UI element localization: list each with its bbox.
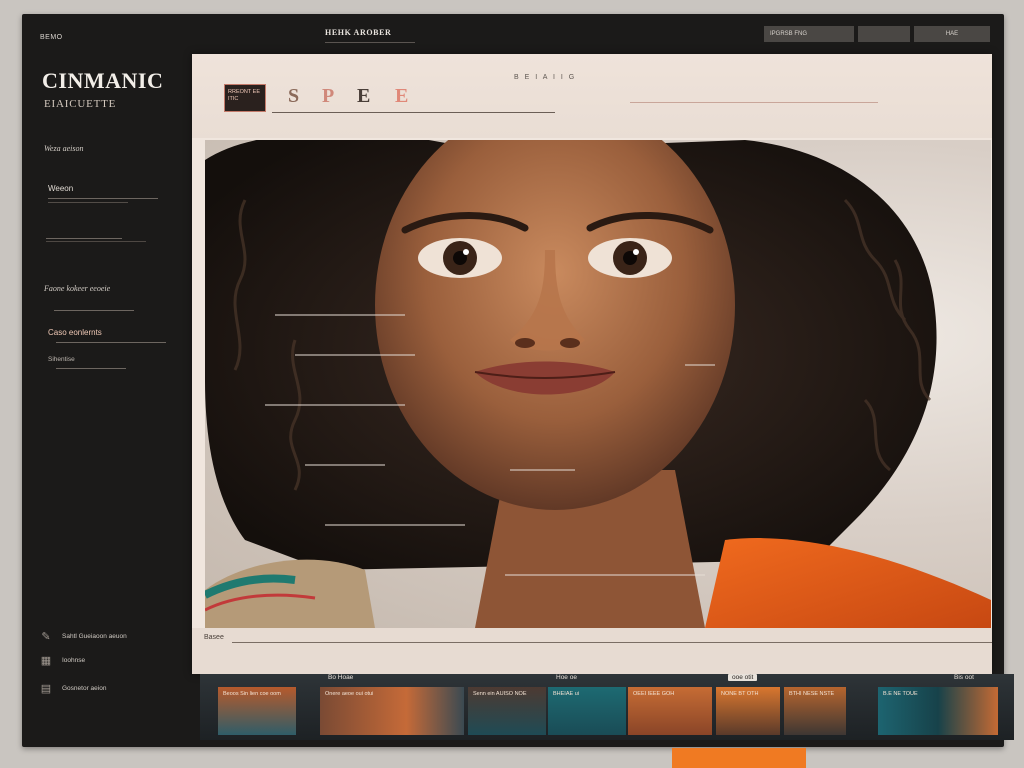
sidebar-divider xyxy=(46,241,146,242)
sidebar: CINMANIC EIAICUETTE Weza aeison Weeon Fa… xyxy=(22,52,192,747)
filmstrip-thumb-2[interactable]: Onere aeoe oui otui xyxy=(320,687,464,735)
filmstrip-thumb-3[interactable]: Senn ein AUISO NOE xyxy=(468,687,546,735)
title-divider xyxy=(325,42,415,43)
panel-footer: Basee xyxy=(192,628,992,674)
tool-button-3[interactable]: E xyxy=(357,85,370,108)
sidebar-bottom-label: Gosnetor aeion xyxy=(62,685,107,692)
filmstrip-thumb-1[interactable]: Beoos Sin lien coe oom xyxy=(218,687,296,735)
top-right-controls: IPGRSB FNG HAE xyxy=(764,26,990,42)
sidebar-divider xyxy=(54,310,134,311)
brand-title: CINMANIC xyxy=(42,68,164,93)
grid-icon: ▦ xyxy=(40,655,52,667)
layers-icon: ▤ xyxy=(40,683,52,695)
sidebar-bottom-label: Sahtl Gueiaoon aeuon xyxy=(62,633,127,640)
footer-label: Basee xyxy=(204,634,224,641)
preview-panel: RREONT EE ITIC S P E E B E I A I I G Bas… xyxy=(192,54,992,674)
window-title: HEHK AROBER xyxy=(325,28,392,37)
tools-icon: ✎ xyxy=(41,631,51,643)
sidebar-bottom-item-2[interactable]: ▦ Ioohnse xyxy=(40,654,85,667)
top-button-1[interactable]: IPGRSB FNG xyxy=(764,26,854,42)
app-window: BEMO HEHK AROBER IPGRSB FNG HAE CINMANIC… xyxy=(22,14,1014,747)
sidebar-bottom-item-3[interactable]: ▤ Gosnetor aeion xyxy=(40,682,107,695)
strip-label-3: ooe otit xyxy=(728,674,758,681)
filmstrip-thumb-6[interactable]: NONE BT OTH xyxy=(716,687,780,735)
sidebar-item-3[interactable]: Caso eonlernts xyxy=(48,328,102,337)
strip-label-2: Hoe oe xyxy=(556,674,577,681)
orange-accent-bar xyxy=(672,748,806,768)
filmstrip-thumb-4[interactable]: BHEIAE ui xyxy=(548,687,626,735)
tool-button-4[interactable]: E xyxy=(395,85,408,108)
sidebar-divider xyxy=(48,202,128,203)
footer-divider xyxy=(232,642,992,643)
filmstrip-thumb-5[interactable]: OEEI IEEE GOH xyxy=(628,687,712,735)
strip-label-4: Bis oot xyxy=(954,674,974,681)
portrait-image xyxy=(205,140,991,628)
top-button-3[interactable]: HAE xyxy=(914,26,990,42)
sidebar-bottom-item-1[interactable]: ✎ Sahtl Gueiaoon aeuon xyxy=(40,630,127,643)
filmstrip-thumb-7[interactable]: BTHI NESE NSTE xyxy=(784,687,846,735)
preview-toolbar: RREONT EE ITIC S P E E B E I A I I G xyxy=(192,54,992,138)
toolbar-divider xyxy=(272,112,555,113)
filmstrip: Bo Hoae Hoe oe ooe otit Bis oot Beoos Si… xyxy=(200,674,1014,740)
sidebar-section-2: Faone kokeer eeoeie xyxy=(44,284,111,293)
sidebar-bottom-label: Ioohnse xyxy=(62,657,86,664)
sidebar-item-4[interactable]: Sihentise xyxy=(48,356,75,363)
sidebar-divider xyxy=(46,238,122,239)
sidebar-section-1: Weza aeison xyxy=(44,144,84,153)
tool-button-1[interactable]: S xyxy=(288,85,299,108)
filmstrip-thumb-8[interactable]: B.E NE TOUE xyxy=(878,687,998,735)
sidebar-divider xyxy=(56,368,126,369)
sidebar-divider xyxy=(56,342,166,343)
portrait-illustration xyxy=(205,140,991,628)
top-bar: BEMO HEHK AROBER IPGRSB FNG HAE xyxy=(22,14,1004,52)
tool-button-2[interactable]: P xyxy=(322,85,334,108)
top-menu-label[interactable]: BEMO xyxy=(40,34,63,41)
top-button-2[interactable] xyxy=(858,26,910,42)
sidebar-divider xyxy=(48,198,158,199)
toolbar-caption: B E I A I I G xyxy=(514,74,577,81)
clip-tag[interactable]: RREONT EE ITIC xyxy=(224,84,266,112)
brand-subtitle: EIAICUETTE xyxy=(44,98,117,110)
sidebar-item-1[interactable]: Weeon xyxy=(48,184,73,193)
toolbar-divider xyxy=(630,102,878,103)
strip-label-1: Bo Hoae xyxy=(328,674,354,681)
